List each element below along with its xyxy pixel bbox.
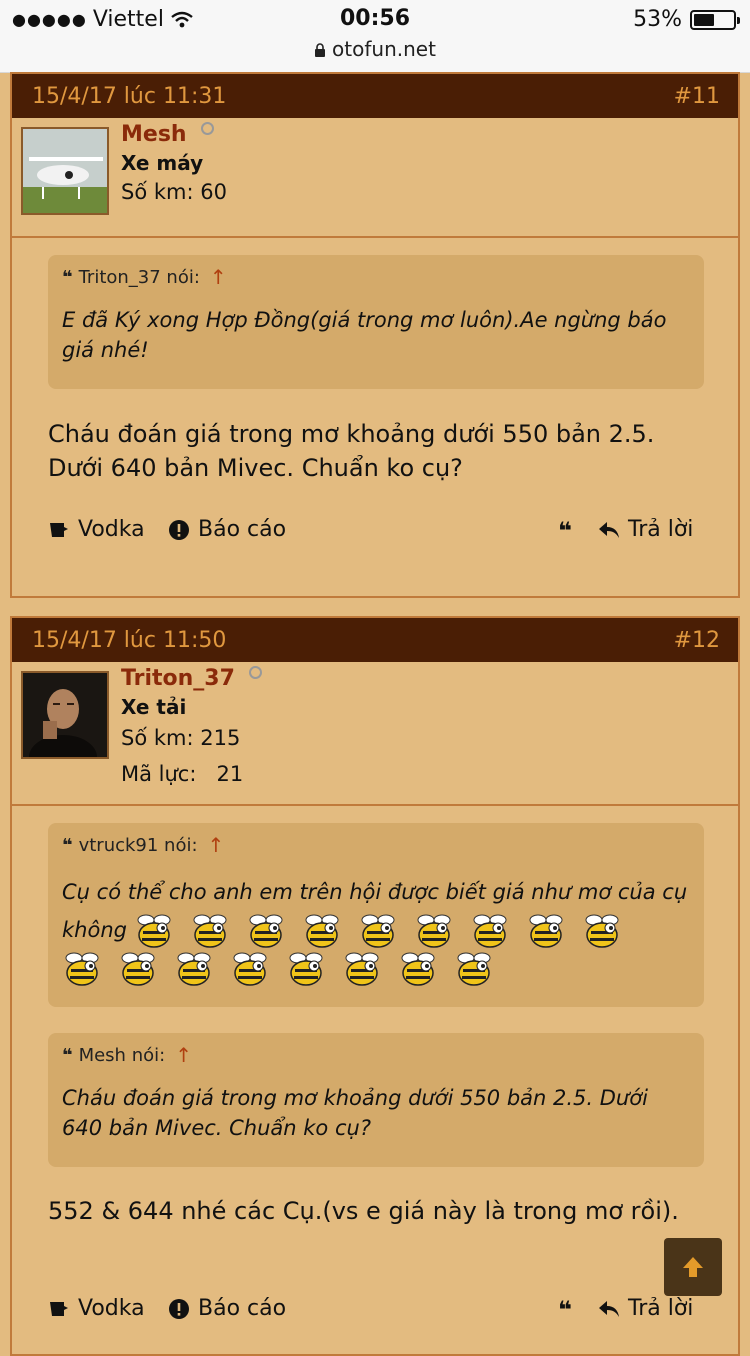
- battery-area: 53%: [633, 7, 740, 32]
- user-title: Xe tải: [121, 695, 187, 719]
- arrow-up-icon: [683, 1257, 703, 1277]
- post-date: 15/4/17 lúc 11:31: [32, 83, 227, 109]
- bee-emoji-icon: [302, 913, 342, 949]
- bee-emoji-icon: [526, 913, 566, 949]
- quote-author: Mesh nói:: [78, 1044, 166, 1066]
- bee-emoji-icon: [174, 951, 214, 987]
- offline-status-icon: [200, 122, 214, 135]
- exclamation-circle-icon: [169, 519, 189, 540]
- quote-header: ❝ Triton_37 nói: ↑: [62, 265, 690, 289]
- quote-text: E đã Ký xong Hợp Đồng(giá trong mơ luôn)…: [62, 308, 667, 362]
- post: 15/4/17 lúc 11:50 #12 Triton_37 Xe tải S…: [10, 616, 740, 1356]
- vodka-button[interactable]: Vodka: [48, 517, 145, 542]
- post-header: 15/4/17 lúc 11:31 #11: [12, 74, 738, 118]
- quote-icon: ❝: [558, 1296, 573, 1324]
- username[interactable]: Mesh: [121, 122, 214, 147]
- post-number[interactable]: #11: [674, 84, 720, 109]
- quote-text: Cụ có thể cho anh em trên hội được biết …: [62, 873, 690, 987]
- reply-arrow-icon: [599, 1300, 619, 1317]
- bee-emoji-icon: [398, 951, 438, 987]
- post-number[interactable]: #12: [674, 628, 720, 653]
- post: 15/4/17 lúc 11:31 #11 Mesh Xe máy Số km:…: [10, 72, 740, 598]
- battery-percent: 53%: [633, 7, 682, 32]
- bee-emoji-icon: [470, 913, 510, 949]
- battery-icon: [690, 9, 740, 30]
- quote-icon: ❝: [62, 834, 73, 856]
- bee-emoji-icon: [286, 951, 326, 987]
- reply-arrow-icon: [599, 521, 619, 538]
- quote-button[interactable]: ❝: [558, 517, 572, 545]
- exclamation-circle-icon: [169, 1298, 189, 1319]
- jump-to-quote-icon[interactable]: ↑: [175, 1043, 192, 1067]
- quote-header: ❝ vtruck91 nói: ↑: [62, 833, 690, 857]
- user-title: Xe máy: [121, 151, 204, 175]
- reply-button[interactable]: Trả lời: [598, 517, 693, 542]
- user-stat-hp: Mã lực: 21: [121, 762, 244, 786]
- bee-emoji-icon: [62, 951, 102, 987]
- post-date: 15/4/17 lúc 11:50: [32, 627, 227, 653]
- bee-emoji-icon: [246, 913, 286, 949]
- battery-level: [694, 13, 715, 26]
- offline-status-icon: [248, 666, 262, 679]
- avatar-image-icon: [23, 673, 107, 757]
- vodka-icon: [50, 1301, 68, 1316]
- url-bar[interactable]: otofun.net: [0, 37, 750, 61]
- bee-emoji-icon: [134, 913, 174, 949]
- report-button[interactable]: Báo cáo: [168, 1296, 286, 1321]
- quote-block: ❝ Mesh nói: ↑ Cháu đoán giá trong mơ kho…: [48, 1033, 704, 1167]
- quote-author: vtruck91 nói:: [78, 834, 198, 856]
- scroll-to-top-button[interactable]: [664, 1238, 722, 1296]
- quote-header: ❝ Mesh nói: ↑: [62, 1043, 690, 1067]
- jump-to-quote-icon[interactable]: ↑: [210, 265, 227, 289]
- jump-to-quote-icon[interactable]: ↑: [208, 833, 225, 857]
- quote-block: ❝ vtruck91 nói: ↑ Cụ có thể cho anh em t…: [48, 823, 704, 1007]
- user-info: Triton_37 Xe tải Số km: 215 Mã lực: 21: [12, 662, 738, 806]
- bee-emoji-icon: [190, 913, 230, 949]
- post-message: Cháu đoán giá trong mơ khoảng dưới 550 b…: [48, 420, 655, 482]
- quote-icon: ❝: [558, 517, 573, 545]
- post-actions: Vodka Báo cáo ❝ Trả lời: [48, 1296, 708, 1330]
- report-button[interactable]: Báo cáo: [168, 517, 286, 542]
- quote-author: Triton_37 nói:: [78, 266, 200, 288]
- username[interactable]: Triton_37: [121, 666, 262, 691]
- user-stat-km: Số km: 60: [121, 180, 227, 204]
- lock-icon: [315, 43, 326, 57]
- user-info: Mesh Xe máy Số km: 60: [12, 118, 738, 238]
- bee-emoji-icon: [118, 951, 158, 987]
- bee-emoji-icon: [582, 913, 622, 949]
- user-stat-km: Số km: 215: [121, 726, 241, 750]
- avatar[interactable]: [21, 671, 109, 759]
- post-header: 15/4/17 lúc 11:50 #12: [12, 618, 738, 662]
- bee-emoji-icon: [414, 913, 454, 949]
- reply-button[interactable]: Trả lời: [598, 1296, 693, 1321]
- quote-icon: ❝: [62, 1044, 73, 1066]
- quote-text: Cháu đoán giá trong mơ khoảng dưới 550 b…: [62, 1086, 648, 1140]
- bee-emoji-icon: [342, 951, 382, 987]
- post-actions: Vodka Báo cáo ❝ Trả lời: [48, 517, 708, 551]
- bee-emoji-icon: [454, 951, 494, 987]
- bee-emoji-icon: [358, 913, 398, 949]
- bee-emoji-icon: [230, 951, 270, 987]
- quote-icon: ❝: [62, 266, 73, 288]
- emoji-row: [62, 914, 638, 986]
- url-text: otofun.net: [332, 37, 436, 61]
- vodka-icon: [50, 522, 68, 537]
- quote-button[interactable]: ❝: [558, 1296, 572, 1324]
- browser-status-bar: ●●●●● Viettel 00:56 53% otofun.net: [0, 0, 750, 73]
- post-message: 552 & 644 nhé các Cụ.(vs e giá này là tr…: [48, 1197, 679, 1225]
- avatar[interactable]: [21, 127, 109, 215]
- vodka-button[interactable]: Vodka: [48, 1296, 145, 1321]
- avatar-image-icon: [23, 129, 107, 213]
- quote-block: ❝ Triton_37 nói: ↑ E đã Ký xong Hợp Đồng…: [48, 255, 704, 389]
